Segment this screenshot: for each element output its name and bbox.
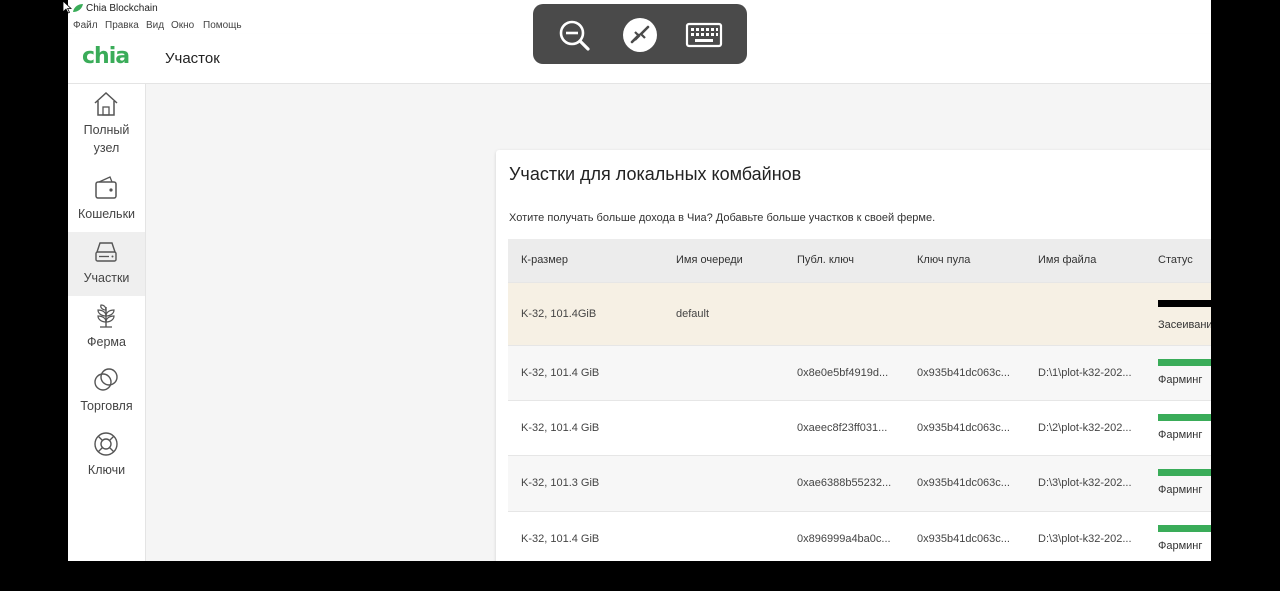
column-pool-key[interactable]: Ключ пула [917,254,970,266]
cell-pool-key: 0x935b41dc063c... [917,533,1010,545]
hard-drive-icon [95,242,117,262]
mouse-cursor-icon [62,0,72,14]
cell-k-size: K-32, 101.3 GiB [521,477,600,489]
cell-status: Фарминг [1158,484,1203,496]
cell-filename: D:\2\plot-k32-202... [1038,422,1132,434]
cell-k-size: K-32, 101.4 GiB [521,533,600,545]
cell-k-size: K-32, 101.4GiB [521,308,597,320]
column-public-key[interactable]: Публ. ключ [797,254,854,266]
sidebar-item-label: Ферма [87,335,126,349]
plant-icon [97,304,115,328]
menu-help[interactable]: Помощь [203,20,242,31]
table-row[interactable]: K-32, 101.3 GiB 0xae6388b55232... 0x935b… [508,456,1211,512]
table-row[interactable]: K-32, 101.4 GiB 0x896999a4ba0c... 0x935b… [508,512,1211,561]
sidebar-item-label: Торговля [80,399,133,413]
sidebar-item-wallets[interactable]: Кошельки [68,168,145,232]
chia-logo: chia [82,44,130,69]
sidebar-item-keys[interactable]: Ключи [68,424,145,488]
window-title: Chia Blockchain [86,3,158,14]
sidebar-item-label: Ключи [87,463,126,477]
cell-k-size: K-32, 101.4 GiB [521,367,600,379]
cell-status: Фарминг [1158,540,1203,552]
cell-filename: D:\1\plot-k32-202... [1038,367,1132,379]
menu-file[interactable]: Файл [73,20,98,31]
cell-public-key: 0xae6388b55232... [797,477,892,489]
sidebar-item-label: Участки [83,271,130,285]
table-row[interactable]: K-32, 101.4GiB default Засеивани [508,283,1211,346]
cell-queue-name: default [676,308,710,320]
trade-circles-icon [94,368,118,391]
lifebuoy-icon [94,432,118,456]
sidebar: Полный узел Кошельки Участки Ферма Торго… [68,84,146,561]
keyboard-icon[interactable] [685,16,723,54]
sidebar-item-full-node[interactable]: Полный узел [68,84,145,168]
cell-filename: D:\3\plot-k32-202... [1038,533,1132,545]
menu-window[interactable]: Окно [171,20,194,31]
wallet-icon [95,176,117,199]
cell-public-key: 0x8e0e5bf4919d... [797,367,889,379]
home-icon [94,91,118,116]
sidebar-item-plots[interactable]: Участки [68,232,145,296]
card-subtitle: Хотите получать больше дохода в Чиа? Доб… [509,212,936,224]
column-k-size[interactable]: К-размер [521,254,568,266]
sidebar-item-label: Полный узел [83,123,130,155]
menu-view[interactable]: Вид [146,20,164,31]
cell-status: Засеивани [1158,319,1211,331]
zoom-out-icon[interactable] [555,16,593,54]
plots-card: Участки для локальных комбайнов Хотите п… [496,150,1211,561]
screen: Chia Blockchain Файл Правка Вид Окно Пом… [0,0,1280,591]
cell-pool-key: 0x935b41dc063c... [917,422,1010,434]
menu-edit[interactable]: Правка [105,20,139,31]
status-progress-bar [1158,300,1211,307]
cell-filename: D:\3\plot-k32-202... [1038,477,1132,489]
page-title: Участок [165,50,220,67]
cell-k-size: K-32, 101.4 GiB [521,422,600,434]
sidebar-item-farm[interactable]: Ферма [68,296,145,360]
remote-desktop-toolbar [533,4,747,64]
status-progress-bar [1158,359,1211,366]
status-progress-bar [1158,469,1211,476]
sidebar-item-label: Кошельки [77,207,136,221]
card-title: Участки для локальных комбайнов [509,164,802,184]
cell-pool-key: 0x935b41dc063c... [917,367,1010,379]
chia-leaf-icon [73,4,83,12]
app-window: Chia Blockchain Файл Правка Вид Окно Пом… [68,0,1211,561]
remote-connect-icon[interactable] [621,16,659,54]
cell-status: Фарминг [1158,374,1203,386]
column-status[interactable]: Статус [1158,254,1193,266]
column-queue-name[interactable]: Имя очереди [676,254,743,266]
status-progress-bar [1158,525,1211,532]
status-progress-bar [1158,414,1211,421]
column-filename[interactable]: Имя файла [1038,254,1096,266]
cell-status: Фарминг [1158,429,1203,441]
main-content: Участки для локальных комбайнов Хотите п… [146,84,1211,561]
cell-pool-key: 0x935b41dc063c... [917,477,1010,489]
cell-public-key: 0x896999a4ba0c... [797,533,891,545]
sidebar-item-trade[interactable]: Торговля [68,360,145,424]
table-header: К-размер Имя очереди Публ. ключ Ключ пул… [508,239,1211,283]
table-row[interactable]: K-32, 101.4 GiB 0x8e0e5bf4919d... 0x935b… [508,346,1211,401]
table-row[interactable]: K-32, 101.4 GiB 0xaeec8f23ff031... 0x935… [508,401,1211,456]
cell-public-key: 0xaeec8f23ff031... [797,422,888,434]
